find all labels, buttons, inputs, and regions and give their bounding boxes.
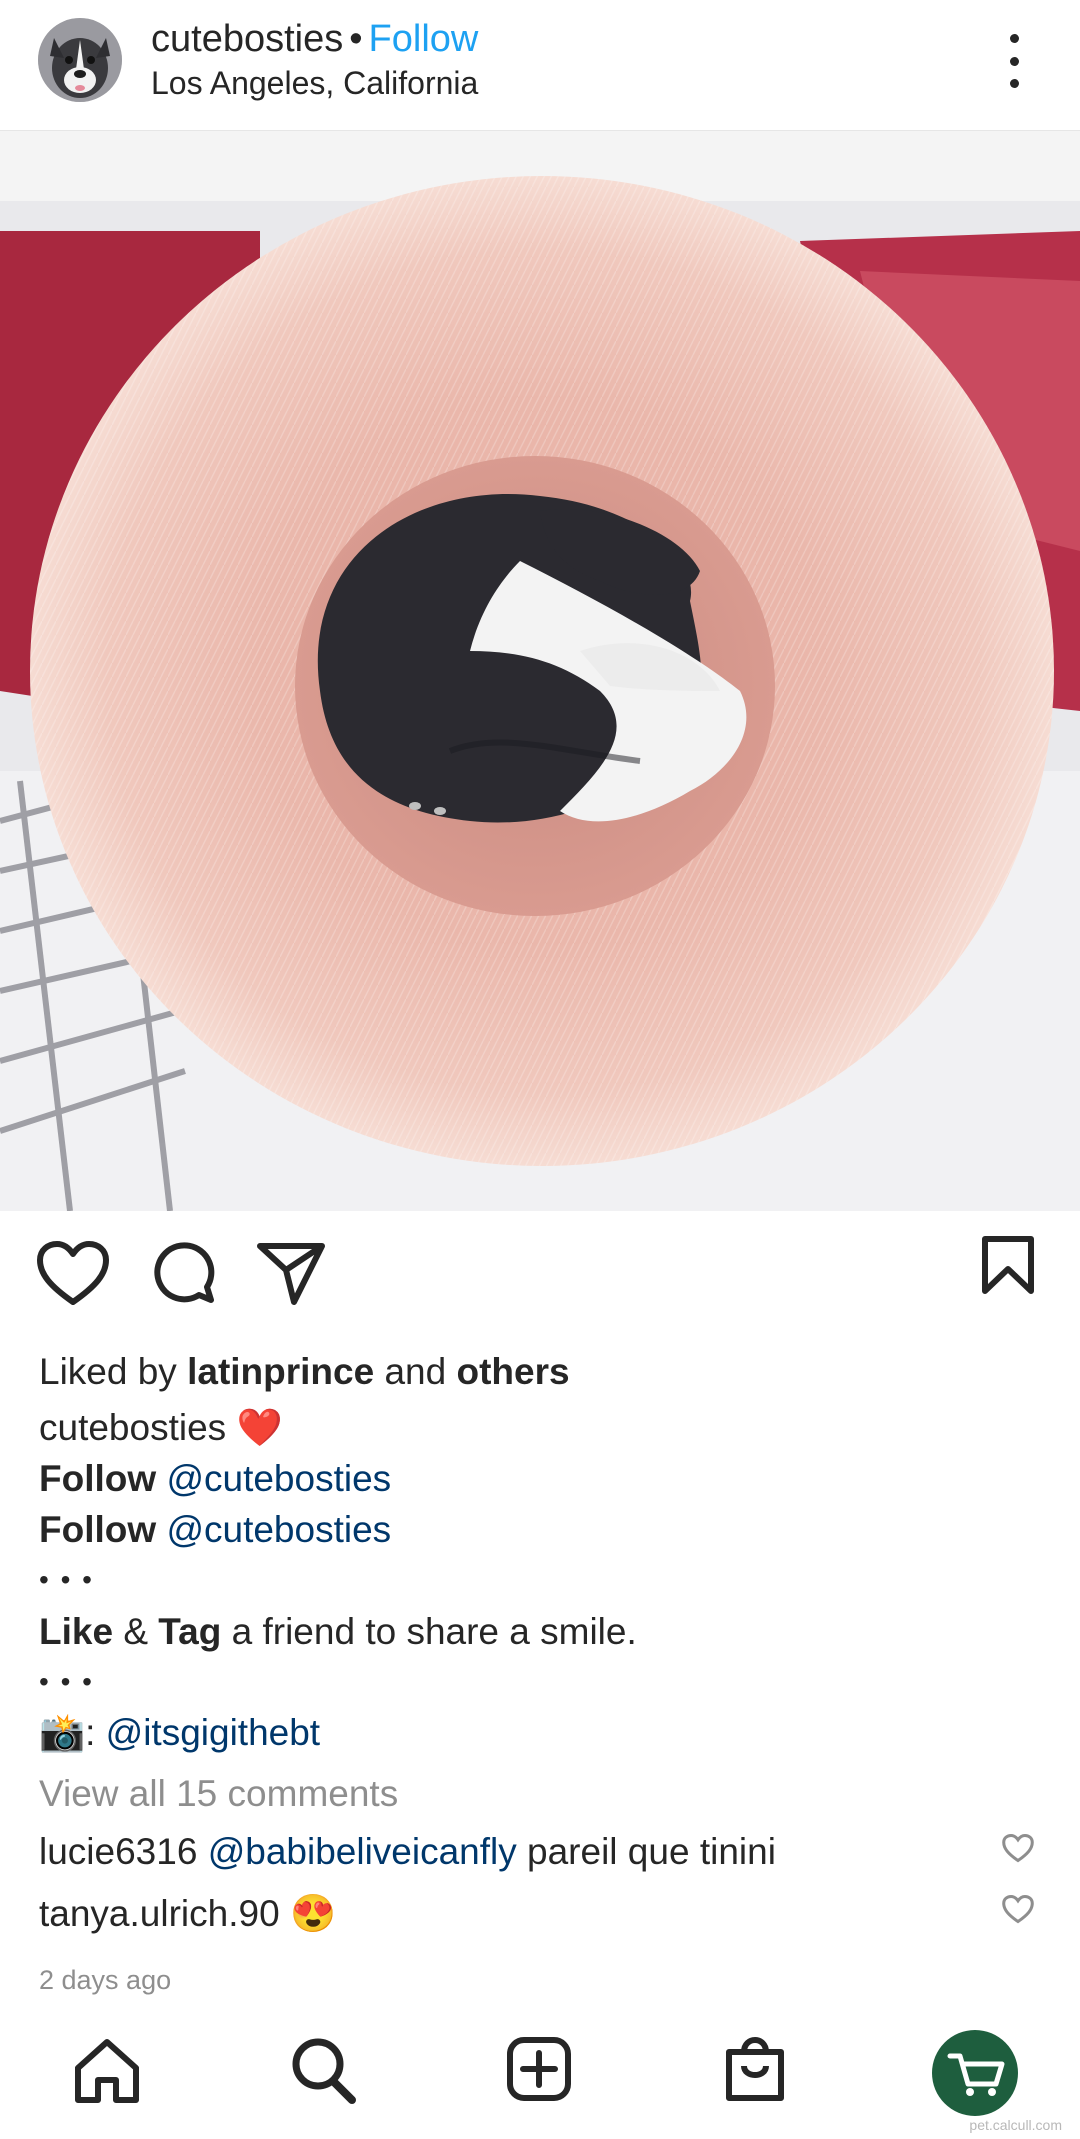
caption-dots-1: • • • [39, 1564, 94, 1595]
header-separator: • [349, 18, 363, 60]
caption-mention-2[interactable]: @cutebosties [166, 1509, 391, 1550]
cart-icon [947, 2053, 1005, 2096]
caption-rest: a friend to share a smile. [231, 1611, 637, 1652]
caption-follow-line-2: Follow @cutebosties [39, 1506, 391, 1554]
comment-username[interactable]: tanya.ulrich.90 [39, 1893, 280, 1934]
comment-row: tanya.ulrich.90 😍 [39, 1890, 336, 1938]
send-icon[interactable] [256, 1238, 326, 1308]
caption-colon: : [85, 1712, 96, 1753]
comment-like-heart-icon[interactable] [1002, 1894, 1034, 1924]
more-options-icon[interactable] [996, 34, 1032, 88]
dog-avatar-icon [38, 18, 122, 102]
camera-emoji: 📸 [39, 1712, 86, 1753]
comment-icon[interactable] [149, 1238, 215, 1304]
comment-row: lucie6316 @babibeliveicanfly pareil que … [39, 1828, 776, 1876]
add-post-icon[interactable] [506, 2036, 572, 2102]
caption-like-word: Like [39, 1611, 114, 1652]
caption-dots-2: • • • [39, 1666, 94, 1697]
bottom-navigation: pet.calcull.com [0, 2030, 1080, 2139]
heart-emoji: ❤️ [236, 1407, 283, 1448]
shopping-bag-icon[interactable] [722, 2032, 788, 2104]
post-location[interactable]: Los Angeles, California [151, 62, 478, 104]
caption-follow-word: Follow [39, 1458, 157, 1499]
caption-tag-word: Tag [158, 1611, 222, 1652]
caption-follow-line-1: Follow @cutebosties [39, 1455, 391, 1503]
caption-username[interactable]: cutebosties [39, 1407, 226, 1448]
likes-middle: and [384, 1351, 447, 1392]
follow-button[interactable]: Follow [369, 18, 479, 60]
caption-mention-1[interactable]: @cutebosties [166, 1458, 391, 1499]
likes-user[interactable]: latinprince [187, 1351, 374, 1392]
likes-others[interactable]: others [457, 1351, 570, 1392]
caption-amp: & [123, 1611, 149, 1652]
likes-line: Liked by latinprince and others [39, 1348, 570, 1396]
comment-username[interactable]: lucie6316 [39, 1831, 197, 1872]
post-timestamp: 2 days ago [39, 1965, 172, 1995]
comment-text: pareil que tinini [527, 1831, 776, 1872]
header-username[interactable]: cutebosties [151, 18, 343, 60]
header-name-line: cutebosties • Follow [151, 14, 478, 64]
photo-credit-mention[interactable]: @itsgigithebt [106, 1712, 320, 1753]
search-icon[interactable] [290, 2036, 356, 2106]
likes-prefix: Liked by [39, 1351, 177, 1392]
view-all-comments[interactable]: View all 15 comments [39, 1770, 398, 1818]
post-photo[interactable] [0, 131, 1080, 1211]
comment-text: 😍 [289, 1893, 337, 1934]
bookmark-icon[interactable] [980, 1234, 1036, 1296]
comment-mention[interactable]: @babibeliveicanfly [208, 1831, 517, 1872]
caption-credit-line: 📸: @itsgigithebt [39, 1709, 320, 1757]
profile-avatar[interactable] [38, 18, 122, 102]
caption-like-tag-line: Like & Tag a friend to share a smile. [39, 1608, 637, 1656]
comment-like-heart-icon[interactable] [1002, 1833, 1034, 1863]
post-actions [0, 1230, 1080, 1320]
heart-icon[interactable] [36, 1240, 110, 1306]
puppy-in-fluffy-bed-image [0, 131, 1080, 1211]
post-header: cutebosties • Follow Los Angeles, Californ… [0, 0, 1080, 131]
watermark: pet.calcull.com [969, 2117, 1062, 2133]
caption-follow-word-2: Follow [39, 1509, 157, 1550]
home-icon[interactable] [72, 2036, 142, 2106]
cart-button[interactable] [932, 2030, 1018, 2116]
caption-header: cutebosties ❤️ [39, 1404, 283, 1452]
